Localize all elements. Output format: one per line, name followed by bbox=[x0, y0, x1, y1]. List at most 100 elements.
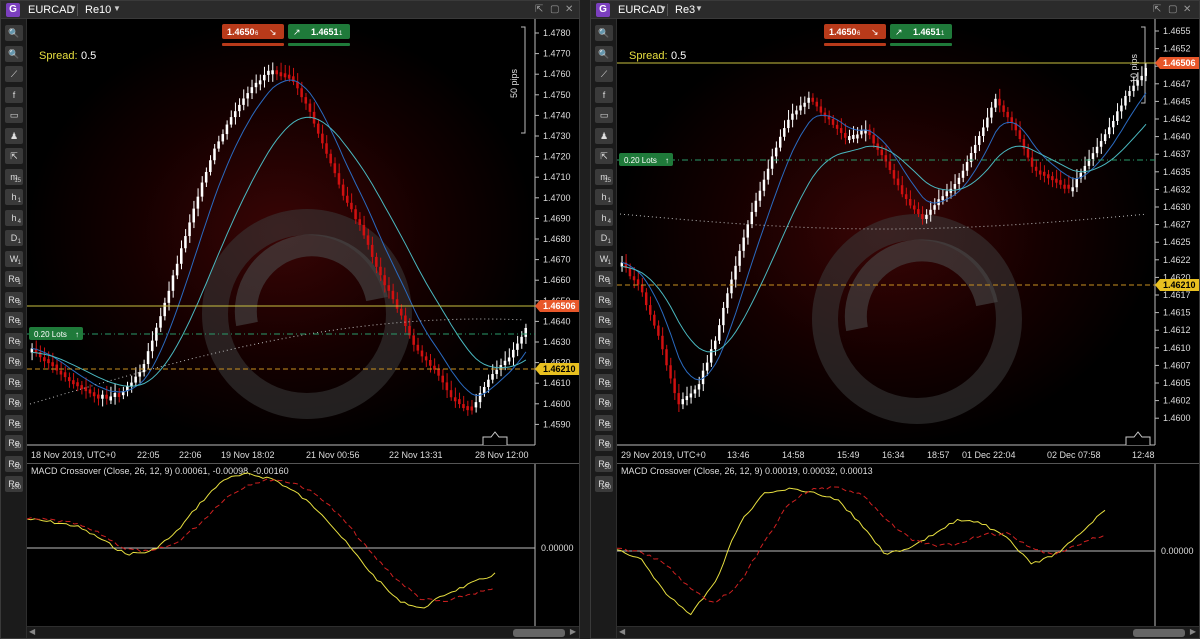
export-icon[interactable]: ⇱ bbox=[595, 148, 613, 164]
renko-25-icon[interactable]: Re 25 bbox=[595, 414, 613, 431]
renko-50-icon[interactable]: Re 50 bbox=[5, 455, 23, 472]
symbol-selector[interactable]: EURCAD bbox=[28, 4, 74, 16]
renko-20-icon[interactable]: Re 20 bbox=[595, 394, 613, 410]
toolbar-button-label: 🔍 bbox=[8, 48, 20, 59]
toolbar-button-sublabel: 15 bbox=[604, 382, 611, 389]
y-tick-label: 1.4655 bbox=[1163, 26, 1191, 36]
trader-icon[interactable]: ♟ bbox=[595, 127, 613, 144]
scroll-thumb[interactable] bbox=[513, 629, 565, 637]
toolbar-button-label: ♟ bbox=[9, 130, 19, 141]
renko-15-icon[interactable]: Re 15 bbox=[5, 373, 23, 390]
detach-icon[interactable]: ⇱ bbox=[535, 4, 543, 15]
timeframe-m15-icon[interactable]: m 15 bbox=[5, 168, 23, 185]
bull-candle bbox=[1112, 120, 1115, 128]
bear-candle bbox=[1055, 178, 1058, 183]
bull-candle bbox=[204, 171, 208, 183]
symbol-chevron-down-icon[interactable]: ▼ bbox=[69, 4, 77, 13]
export-icon[interactable]: ⇱ bbox=[5, 148, 23, 164]
renko-30-icon[interactable]: Re 30 bbox=[5, 435, 23, 451]
horizontal-scrollbar[interactable]: ◀ ▶ bbox=[617, 626, 1199, 638]
bear-candle bbox=[429, 360, 432, 366]
close-icon[interactable]: ✕ bbox=[1183, 4, 1191, 15]
zoom-in-icon[interactable]: 🔍 bbox=[5, 25, 23, 41]
renko-7-icon[interactable]: Re 7 bbox=[595, 332, 613, 349]
y-tick-label: 1.4730 bbox=[543, 131, 571, 141]
line-tool-icon[interactable]: ⟋ bbox=[595, 66, 613, 82]
macd-indicator-pane[interactable]: 0.00000 MACD Crossover (Close, 26, 12, 9)… bbox=[26, 463, 579, 629]
renko-1-icon[interactable]: Re 1 bbox=[595, 271, 613, 287]
price-chart[interactable]: 1.4780 1.4770 1.4760 1.4750 1.4740 1.4730 1.47… bbox=[27, 19, 579, 463]
renko-50-icon[interactable]: Re 50 bbox=[595, 455, 613, 472]
toolbar-button-label: D bbox=[10, 233, 18, 243]
symbol-selector[interactable]: EURCAD bbox=[618, 4, 664, 16]
renko-30-icon[interactable]: Re 30 bbox=[595, 435, 613, 451]
timeframe-h1-icon[interactable]: h1 bbox=[595, 189, 613, 205]
ctrader-logo-icon[interactable]: G bbox=[6, 3, 20, 17]
bull-candle bbox=[787, 119, 790, 129]
renko-10-icon[interactable]: Re 10 bbox=[5, 353, 23, 369]
toolbar-button-label: ⇱ bbox=[10, 151, 18, 161]
zoom-out-icon[interactable]: 🔍 bbox=[5, 45, 23, 62]
line-tool-icon[interactable]: ⟋ bbox=[5, 66, 23, 82]
renko-25-icon[interactable]: Re 25 bbox=[5, 414, 23, 431]
scroll-left-icon[interactable]: ◀ bbox=[619, 627, 625, 636]
renko-5-icon[interactable]: Re 5 bbox=[5, 312, 23, 328]
timeframe-w1-icon[interactable]: W1 bbox=[5, 250, 23, 267]
zoom-out-icon[interactable]: 🔍 bbox=[595, 45, 613, 62]
price-chart[interactable]: 1.4655 1.4652 1.4650 1.4647 1.4645 1.4642 1.46… bbox=[617, 19, 1199, 463]
timeframe-h1-icon[interactable]: h1 bbox=[5, 189, 23, 205]
facebook-icon[interactable]: f bbox=[5, 86, 23, 103]
renko-15-icon[interactable]: Re 15 bbox=[595, 373, 613, 390]
maximize-icon[interactable]: ▢ bbox=[1168, 4, 1177, 15]
renko-5-icon[interactable]: Re 5 bbox=[595, 312, 613, 328]
bear-candle bbox=[287, 74, 291, 79]
renko-100-icon[interactable]: Re 100 bbox=[5, 476, 23, 492]
scroll-right-icon[interactable]: ▶ bbox=[1190, 627, 1196, 636]
buy-volume-bar bbox=[288, 43, 350, 46]
zoom-in-icon[interactable]: 🔍 bbox=[595, 25, 613, 41]
timeframe-m15-icon[interactable]: m 15 bbox=[595, 168, 613, 185]
bull-candle bbox=[742, 237, 745, 251]
bull-candle bbox=[746, 224, 749, 238]
renko-7-icon[interactable]: Re 7 bbox=[5, 332, 23, 349]
renko-3-icon[interactable]: Re 3 bbox=[595, 291, 613, 308]
trader-icon[interactable]: ♟ bbox=[5, 127, 23, 144]
toolbar-button-label: ▭ bbox=[9, 110, 19, 120]
timeframe-chevron-down-icon[interactable]: ▼ bbox=[695, 4, 703, 13]
scroll-right-icon[interactable]: ▶ bbox=[570, 627, 576, 636]
maximize-icon[interactable]: ▢ bbox=[550, 4, 559, 15]
timeframe-selector[interactable]: Re3 bbox=[675, 4, 695, 16]
timeframe-d1-icon[interactable]: D1 bbox=[595, 230, 613, 246]
renko-3-icon[interactable]: Re 3 bbox=[5, 291, 23, 308]
renko-1-icon[interactable]: Re 1 bbox=[5, 271, 23, 287]
sell-arrow-icon: ↘ bbox=[871, 27, 879, 37]
detach-icon[interactable]: ⇱ bbox=[1153, 4, 1161, 15]
scroll-left-icon[interactable]: ◀ bbox=[29, 627, 35, 636]
ctrader-logo-icon[interactable]: G bbox=[596, 3, 610, 17]
timeframe-w1-icon[interactable]: W1 bbox=[595, 250, 613, 267]
renko-100-icon[interactable]: Re 100 bbox=[595, 476, 613, 492]
x-tick-label: 22:06 bbox=[179, 450, 202, 460]
close-icon[interactable]: ✕ bbox=[565, 4, 573, 15]
chart-type-icon[interactable]: ▭ bbox=[595, 107, 613, 123]
horizontal-scrollbar[interactable]: ◀ ▶ bbox=[27, 626, 579, 638]
renko-20-icon[interactable]: Re 20 bbox=[5, 394, 23, 410]
bear-candle bbox=[117, 392, 121, 397]
chart-type-icon[interactable]: ▭ bbox=[5, 107, 23, 123]
timeframe-h4-icon[interactable]: h4 bbox=[595, 209, 613, 226]
renko-10-icon[interactable]: Re 10 bbox=[595, 353, 613, 369]
symbol-chevron-down-icon[interactable]: ▼ bbox=[659, 4, 667, 13]
scroll-thumb[interactable] bbox=[1133, 629, 1185, 637]
timeframe-selector[interactable]: Re10 bbox=[85, 4, 111, 16]
timeframe-d1-icon[interactable]: D1 bbox=[5, 230, 23, 246]
facebook-icon[interactable]: f bbox=[595, 86, 613, 103]
timeframe-h4-icon[interactable]: h4 bbox=[5, 209, 23, 226]
bear-candle bbox=[316, 123, 320, 134]
macd-indicator-pane[interactable]: 0.00000 MACD Crossover (Close, 26, 12, 9)… bbox=[616, 463, 1199, 629]
macd-line bbox=[26, 472, 496, 609]
y-tick-label: 1.4720 bbox=[543, 152, 571, 162]
toolbar-button-sublabel: 20 bbox=[604, 403, 611, 409]
x-tick-label: 19 Nov 18:02 bbox=[221, 450, 275, 460]
toolbar-button-sublabel: 25 bbox=[14, 423, 21, 430]
timeframe-chevron-down-icon[interactable]: ▼ bbox=[113, 4, 121, 13]
